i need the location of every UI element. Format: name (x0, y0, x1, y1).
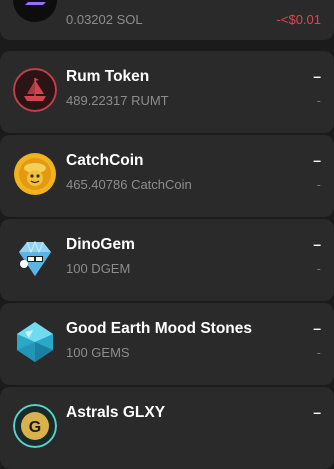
token-value: – (313, 68, 321, 84)
token-row-sol[interactable]: 0.03202 SOL -<$0.01 (0, 0, 334, 40)
dinogem-icon (13, 236, 57, 280)
pirate-ship-icon (13, 68, 57, 112)
gem-stone-icon (13, 320, 57, 364)
catchcoin-icon (13, 152, 57, 196)
token-value: – (313, 152, 321, 168)
token-change: - (316, 345, 321, 360)
token-value: – (313, 236, 321, 252)
token-name: CatchCoin (66, 152, 144, 169)
token-value: – (313, 320, 321, 336)
token-list: 0.03202 SOL -<$0.01 Rum Token 489.22317 … (0, 0, 334, 469)
token-row-dinogem[interactable]: DinoGem 100 DGEM – - (0, 219, 334, 301)
astrals-logo-icon: G (13, 404, 57, 448)
token-value: – (313, 404, 321, 420)
token-balance: 100 DGEM (66, 261, 131, 276)
token-balance: 100 GEMS (66, 345, 130, 360)
svg-text:G: G (29, 419, 41, 436)
token-name: Astrals GLXY (66, 404, 166, 421)
token-row-good-earth-mood-stones[interactable]: Good Earth Mood Stones 100 GEMS – - (0, 303, 334, 385)
token-change: - (316, 261, 321, 276)
token-name: Rum Token (66, 68, 150, 85)
token-balance: 489.22317 RUMT (66, 93, 169, 108)
solana-logo-icon (13, 0, 57, 22)
token-name: DinoGem (66, 236, 135, 253)
token-row-astrals-glxy[interactable]: G Astrals GLXY – (0, 387, 334, 469)
token-change: - (316, 93, 321, 108)
token-row-catchcoin[interactable]: CatchCoin 465.40786 CatchCoin – - (0, 135, 334, 217)
token-name: Good Earth Mood Stones (66, 320, 252, 337)
token-row-rum-token[interactable]: Rum Token 489.22317 RUMT – - (0, 51, 334, 133)
token-change: - (316, 177, 321, 192)
token-balance: 465.40786 CatchCoin (66, 177, 192, 192)
token-balance: 0.03202 SOL (66, 12, 143, 27)
token-change: -<$0.01 (276, 12, 321, 27)
